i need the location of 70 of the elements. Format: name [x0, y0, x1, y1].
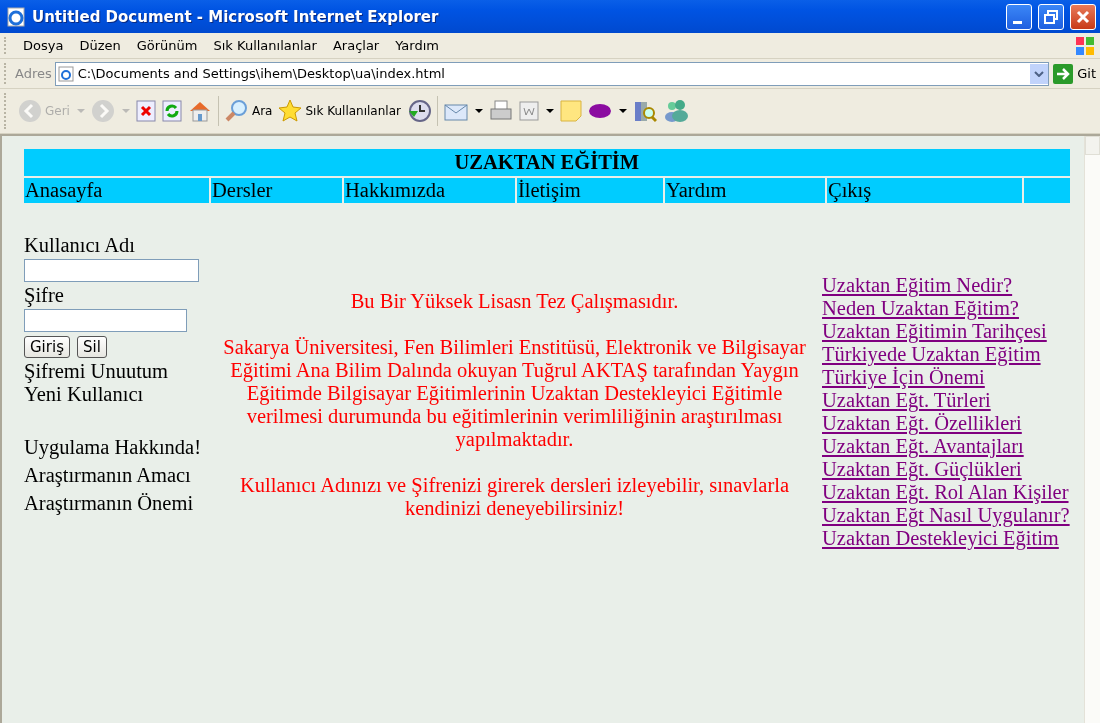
nav-link[interactable]: Çıkış	[827, 178, 1022, 203]
username-label: Kullanıcı Adı	[24, 234, 136, 257]
go-button[interactable]: Git	[1049, 63, 1100, 84]
menu-item[interactable]: Düzen	[71, 38, 129, 53]
topic-link[interactable]: Uzaktan Eğt. Rol Alan Kişiler	[822, 481, 1069, 504]
info-link[interactable]: Araştırmanın Amacı	[24, 464, 202, 487]
chevron-down-icon	[1034, 70, 1045, 77]
minimize-button[interactable]	[1006, 3, 1032, 30]
topic-link[interactable]: Uzaktan Eğt. Güçlükleri	[822, 458, 1022, 481]
stop-icon	[135, 100, 156, 122]
history-clock-icon	[406, 99, 431, 123]
printer-icon	[488, 99, 513, 123]
account-link[interactable]: Yeni Kullanıcı	[24, 383, 144, 406]
topic-link[interactable]: Türkiyede Uzaktan Eğitim	[822, 343, 1041, 366]
form-button[interactable]: Giriş	[24, 336, 70, 358]
topic-link[interactable]: Uzaktan Eğt. Türleri	[822, 389, 991, 412]
restore-icon	[1044, 9, 1058, 24]
form-button[interactable]: Sil	[76, 336, 107, 358]
site-header: UZAKTAN EĞİTİM	[24, 149, 1070, 176]
username-field[interactable]	[24, 259, 199, 282]
refresh-icon	[161, 100, 182, 122]
envelope-icon	[443, 101, 468, 121]
intro-paragraph: Sakarya Üniversitesi, Fen Bilimleri Enstitüsü, Elektronik ve Bilgisayar Eğitimi Ana Bilim Dalında okuyan Tuğrul AKTAŞ tarafından Yaygın Eğitimde Bilgisayar Eğitimlerinin Uzaktan Destekleyici Eğitimle verilmesi durumunda bu eğitimlerinin verimliliğinin araştırılması yapılmaktadır.	[222, 336, 807, 451]
search-icon	[224, 99, 249, 123]
close-icon	[1076, 9, 1090, 24]
close-button[interactable]	[1070, 3, 1096, 30]
password-field[interactable]	[24, 309, 187, 332]
topic-link[interactable]: Uzaktan Eğitimin Tarihçesi	[822, 320, 1047, 343]
topic-link[interactable]: Türkiye İçin Önemi	[822, 366, 985, 389]
nav-link[interactable]: Yardım	[665, 178, 825, 203]
windows-flag-icon	[1074, 34, 1096, 57]
toolbar-button[interactable]: Ara	[221, 94, 276, 128]
browser-logo-icon	[6, 6, 26, 27]
info-link[interactable]: Uygulama Hakkında!	[24, 436, 202, 459]
nav-link[interactable]: İletişim	[517, 178, 663, 203]
address-field[interactable]: C:\Documents and Settings\ihem\Desktop\ua\index.html	[54, 61, 1050, 86]
intro-paragraph: Bu Bir Yüksek Lisasn Tez Çalışmasıdır.	[349, 290, 680, 313]
document-icon	[518, 101, 539, 121]
nav-cell	[1024, 178, 1070, 203]
oval-logo-icon	[587, 103, 612, 119]
restore-button[interactable]	[1038, 3, 1064, 30]
nav-link[interactable]: Hakkımızda	[344, 178, 515, 203]
address-label: Adres	[15, 66, 52, 81]
nav-link[interactable]: Anasayfa	[24, 178, 209, 203]
password-label: Şifre	[24, 284, 64, 307]
minimize-icon	[1012, 21, 1022, 24]
page-icon	[57, 65, 74, 82]
toolbar-button[interactable]: Sık Kullanılanlar	[275, 94, 404, 128]
address-text: C:\Documents and Settings\ihem\Desktop\ua\index.html	[77, 66, 446, 81]
people-icon	[662, 99, 689, 123]
menu-item[interactable]: Araçlar	[324, 38, 388, 53]
topic-link[interactable]: Uzaktan Eğt. Özellikleri	[822, 412, 1022, 435]
menu-item[interactable]: Görünüm	[128, 38, 206, 53]
topic-link[interactable]: Neden Uzaktan Eğitim?	[822, 297, 1019, 320]
nav-link[interactable]: Dersler	[211, 178, 342, 203]
account-link[interactable]: Şifremi Unuutum	[24, 360, 169, 383]
topic-link[interactable]: Uzaktan Destekleyici Eğitim	[822, 527, 1059, 550]
intro-paragraph: Kullanıcı Adınızı ve Şifrenizi girerek dersleri izleyebilir, sınavlarla kendinizi deneyebilirsiniz!	[238, 474, 791, 520]
window-title: Untitled Document - Microsoft Internet Explorer	[32, 7, 440, 26]
menu-item[interactable]: Sık Kullanılanlar	[205, 38, 325, 53]
star-icon	[278, 99, 303, 123]
topic-link[interactable]: Uzaktan Eğt. Avantajları	[822, 435, 1024, 458]
books-magnifier-icon	[632, 99, 657, 123]
info-link[interactable]: Araştırmanın Önemi	[24, 492, 202, 515]
menu-item[interactable]: Dosya	[15, 38, 72, 53]
topic-link[interactable]: Uzaktan Eğitim Nedir?	[822, 274, 1013, 297]
dropdown-button[interactable]	[1030, 63, 1049, 84]
menu-item[interactable]: Yardım	[387, 38, 447, 53]
topic-link[interactable]: Uzaktan Eğt Nasıl Uygulanır?	[822, 504, 1070, 527]
sticky-note-icon	[559, 100, 582, 122]
